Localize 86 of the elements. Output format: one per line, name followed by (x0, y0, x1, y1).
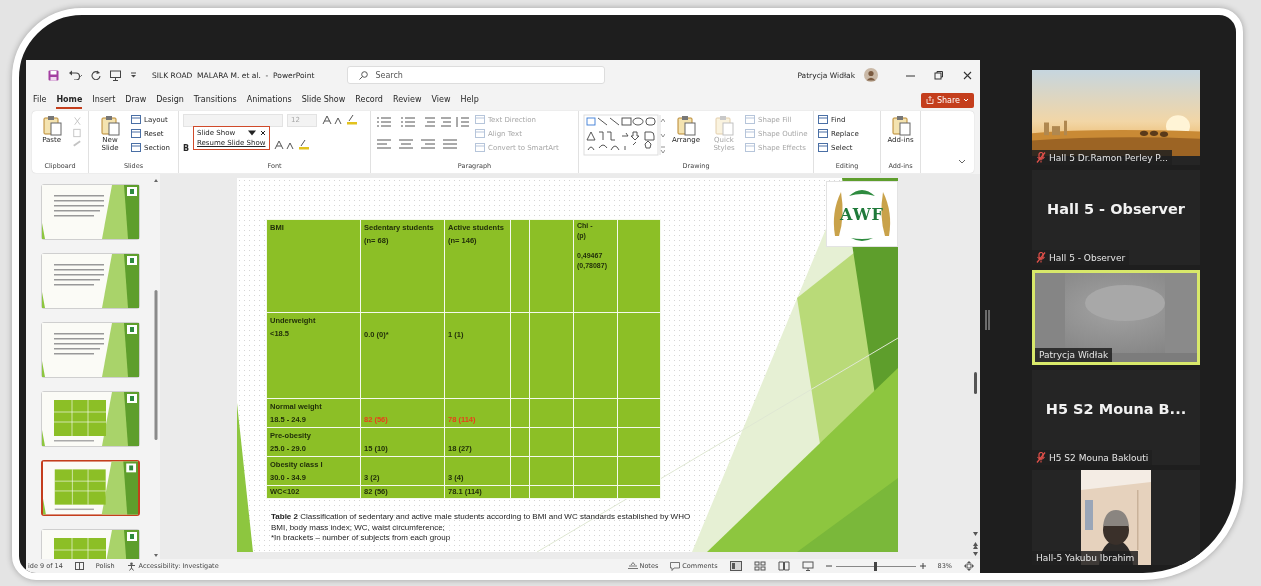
reading-view-icon[interactable] (777, 561, 790, 571)
ribbon-tab[interactable]: Design (156, 91, 184, 109)
save-icon[interactable] (48, 69, 59, 81)
window-icon (818, 115, 828, 124)
participant-name: Hall 5 Dr.Ramon Perley P... (1049, 152, 1168, 163)
window-icon (475, 143, 485, 152)
zoom-slider-thumb[interactable] (874, 561, 878, 571)
normal-view-icon[interactable] (729, 561, 742, 571)
ribbon-tab[interactable]: Help (460, 91, 479, 109)
participant-display-name: Hall 5 - Observer (1047, 200, 1185, 217)
spelling-icon[interactable] (74, 562, 84, 570)
search-icon (359, 71, 369, 80)
redo-icon[interactable] (91, 70, 101, 80)
table-cell (530, 428, 573, 456)
search-field[interactable]: Search (347, 66, 606, 84)
caret-icon (963, 98, 969, 102)
fit-to-window-icon[interactable] (964, 561, 974, 571)
ribbon-tab[interactable]: Slide Show (301, 91, 346, 109)
avatar-icon[interactable] (864, 68, 878, 82)
table-cell (574, 399, 617, 427)
window-icon (818, 129, 828, 138)
window-icon (475, 115, 485, 124)
participant-name: Hall-5 Yakubu Ibrahim (1036, 553, 1135, 563)
share-icon (925, 96, 934, 104)
table-cell (530, 486, 573, 498)
table-cell (574, 486, 617, 498)
clipboard-icon (675, 114, 697, 136)
dropdown-caret-icon[interactable] (247, 130, 256, 136)
ribbon-tab[interactable]: View (431, 91, 451, 109)
clipboard-icon (889, 114, 912, 136)
clipboard-icon (713, 114, 735, 136)
share-button[interactable]: Share (920, 92, 974, 108)
splitter-handle[interactable] (985, 310, 990, 330)
ribbon-tab[interactable]: File (33, 91, 47, 109)
scrollbar[interactable] (153, 178, 159, 558)
ribbon-tab[interactable]: Record (355, 91, 383, 109)
window-icon (131, 129, 141, 138)
ribbon-tab[interactable]: Review (392, 91, 422, 109)
ribbon-tab[interactable]: Home (56, 91, 83, 109)
table-cell (618, 457, 660, 485)
table-cell (574, 428, 617, 456)
customize-toolbar-icon[interactable] (130, 72, 137, 78)
participant-name: H5 S2 Mouna Baklouti (1049, 452, 1149, 463)
participant-name: Patrycja Widłak (1039, 350, 1109, 360)
table-cell (511, 486, 529, 498)
clipboard-icon (40, 114, 63, 136)
zoom-in-icon[interactable] (919, 563, 926, 569)
close-icon[interactable] (963, 70, 972, 80)
window-icon (131, 143, 141, 152)
clipboard-icon (99, 114, 121, 136)
ribbon-tab[interactable]: Draw (125, 91, 147, 109)
undo-icon[interactable] (68, 70, 82, 80)
slide-sorter-icon[interactable] (753, 561, 766, 571)
window-icon (475, 129, 485, 138)
participant-name: Hall 5 - Observer (1049, 252, 1126, 263)
slide-show-icon[interactable] (801, 561, 814, 571)
notes-icon (627, 562, 638, 569)
table-cell (618, 428, 660, 456)
comment-icon (670, 561, 681, 571)
presentation-icon[interactable] (110, 69, 121, 81)
collapse-ribbon-icon[interactable] (958, 159, 966, 165)
table-cell (530, 457, 573, 485)
close-icon[interactable] (259, 130, 266, 136)
table-cell (511, 399, 529, 427)
table-cell (618, 486, 660, 498)
window-icon (818, 143, 828, 152)
accessibility-icon[interactable] (126, 561, 136, 571)
ribbon-tab[interactable]: Animations (246, 91, 292, 109)
ribbon-tab[interactable]: Insert (92, 91, 116, 109)
table-cell (574, 457, 617, 485)
window-icon (745, 143, 755, 152)
window-icon (131, 115, 141, 124)
ribbon-tab[interactable]: Transitions (193, 91, 237, 109)
caption-text: Table 2 Classification of sedentary and active male students according to BMI and WC standards established by WHO (271, 512, 691, 523)
shapes-gallery[interactable] (583, 114, 665, 156)
slide-thumbnail[interactable] (41, 460, 140, 516)
window-icon (745, 115, 755, 124)
caption-text: *In brackets – number of subjects from each group (271, 533, 451, 544)
participant-display-name: H5 S2 Mouna B... (1045, 400, 1187, 417)
table-cell (511, 428, 529, 456)
table-cell (511, 457, 529, 485)
caption-text: BMI, body mass index; WC, waist circumference; (271, 522, 445, 533)
bold-button[interactable]: B (183, 144, 190, 153)
window-icon (745, 129, 755, 138)
table-cell (530, 399, 573, 427)
table-cell (618, 399, 660, 427)
